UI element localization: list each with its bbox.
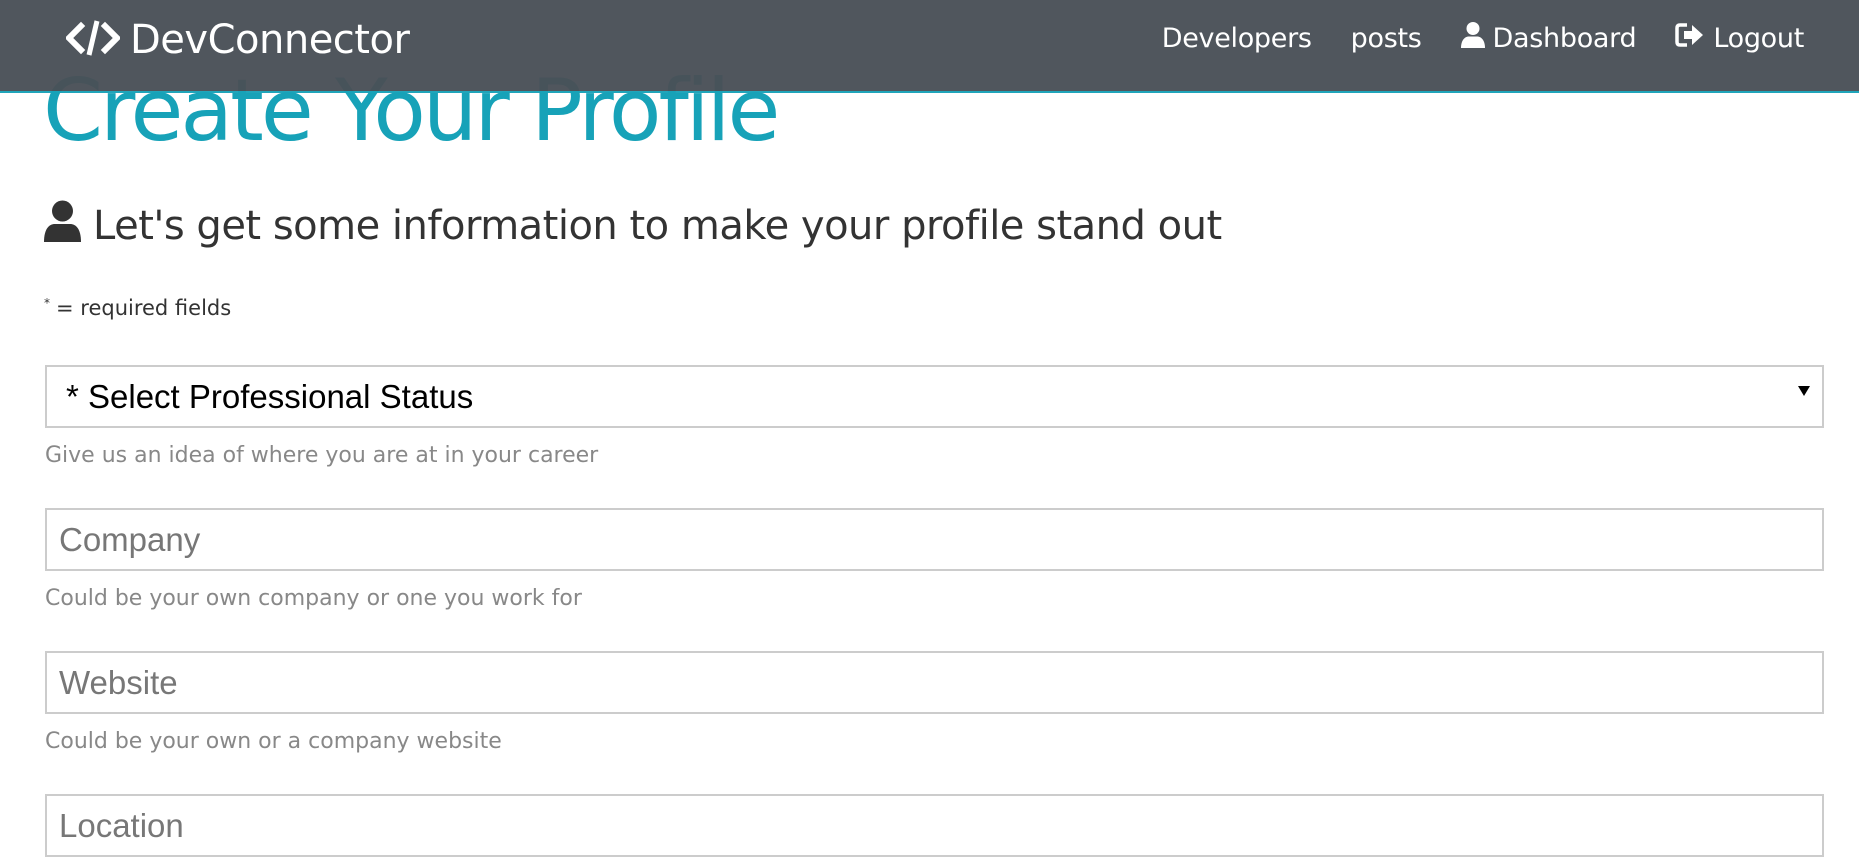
code-icon — [64, 18, 130, 62]
company-input[interactable] — [45, 508, 1824, 571]
required-note: * = required fields — [44, 296, 231, 320]
nav-link-label: posts — [1350, 22, 1422, 54]
company-hint: Could be your own company or one you wor… — [45, 586, 582, 611]
user-icon — [1460, 21, 1493, 56]
user-icon — [44, 200, 93, 252]
nav-link-logout[interactable]: Logout — [1675, 18, 1804, 58]
nav-link-label: Dashboard — [1492, 22, 1637, 54]
nav-link-dashboard[interactable]: Dashboard — [1460, 18, 1637, 58]
nav-link-label: Developers — [1161, 22, 1312, 54]
nav-link-developers[interactable]: Developers — [1162, 18, 1312, 58]
select-value: * Select Professional Status — [66, 378, 474, 415]
brand-link[interactable]: DevConnector — [64, 14, 410, 66]
nav-links: Developers posts Dashboard Logout — [1123, 18, 1804, 58]
navbar: DevConnector Developers posts Dashboard — [0, 0, 1859, 93]
brand-name: DevConnector — [130, 17, 410, 63]
website-hint: Could be your own or a company website — [45, 729, 502, 754]
sign-out-icon — [1675, 22, 1713, 55]
lead-label: Let's get some information to make your … — [93, 203, 1222, 249]
required-star: * — [44, 296, 50, 310]
location-input[interactable] — [45, 794, 1824, 857]
professional-status-select[interactable]: * Select Professional Status — [45, 365, 1824, 428]
required-note-label: = required fields — [56, 296, 232, 320]
website-input[interactable] — [45, 651, 1824, 714]
lead-text: Let's get some information to make your … — [44, 200, 1222, 252]
status-hint: Give us an idea of where you are at in y… — [45, 443, 599, 468]
nav-link-label: Logout — [1713, 22, 1804, 54]
nav-link-posts[interactable]: posts — [1351, 18, 1422, 58]
chevron-down-icon — [1798, 386, 1810, 396]
